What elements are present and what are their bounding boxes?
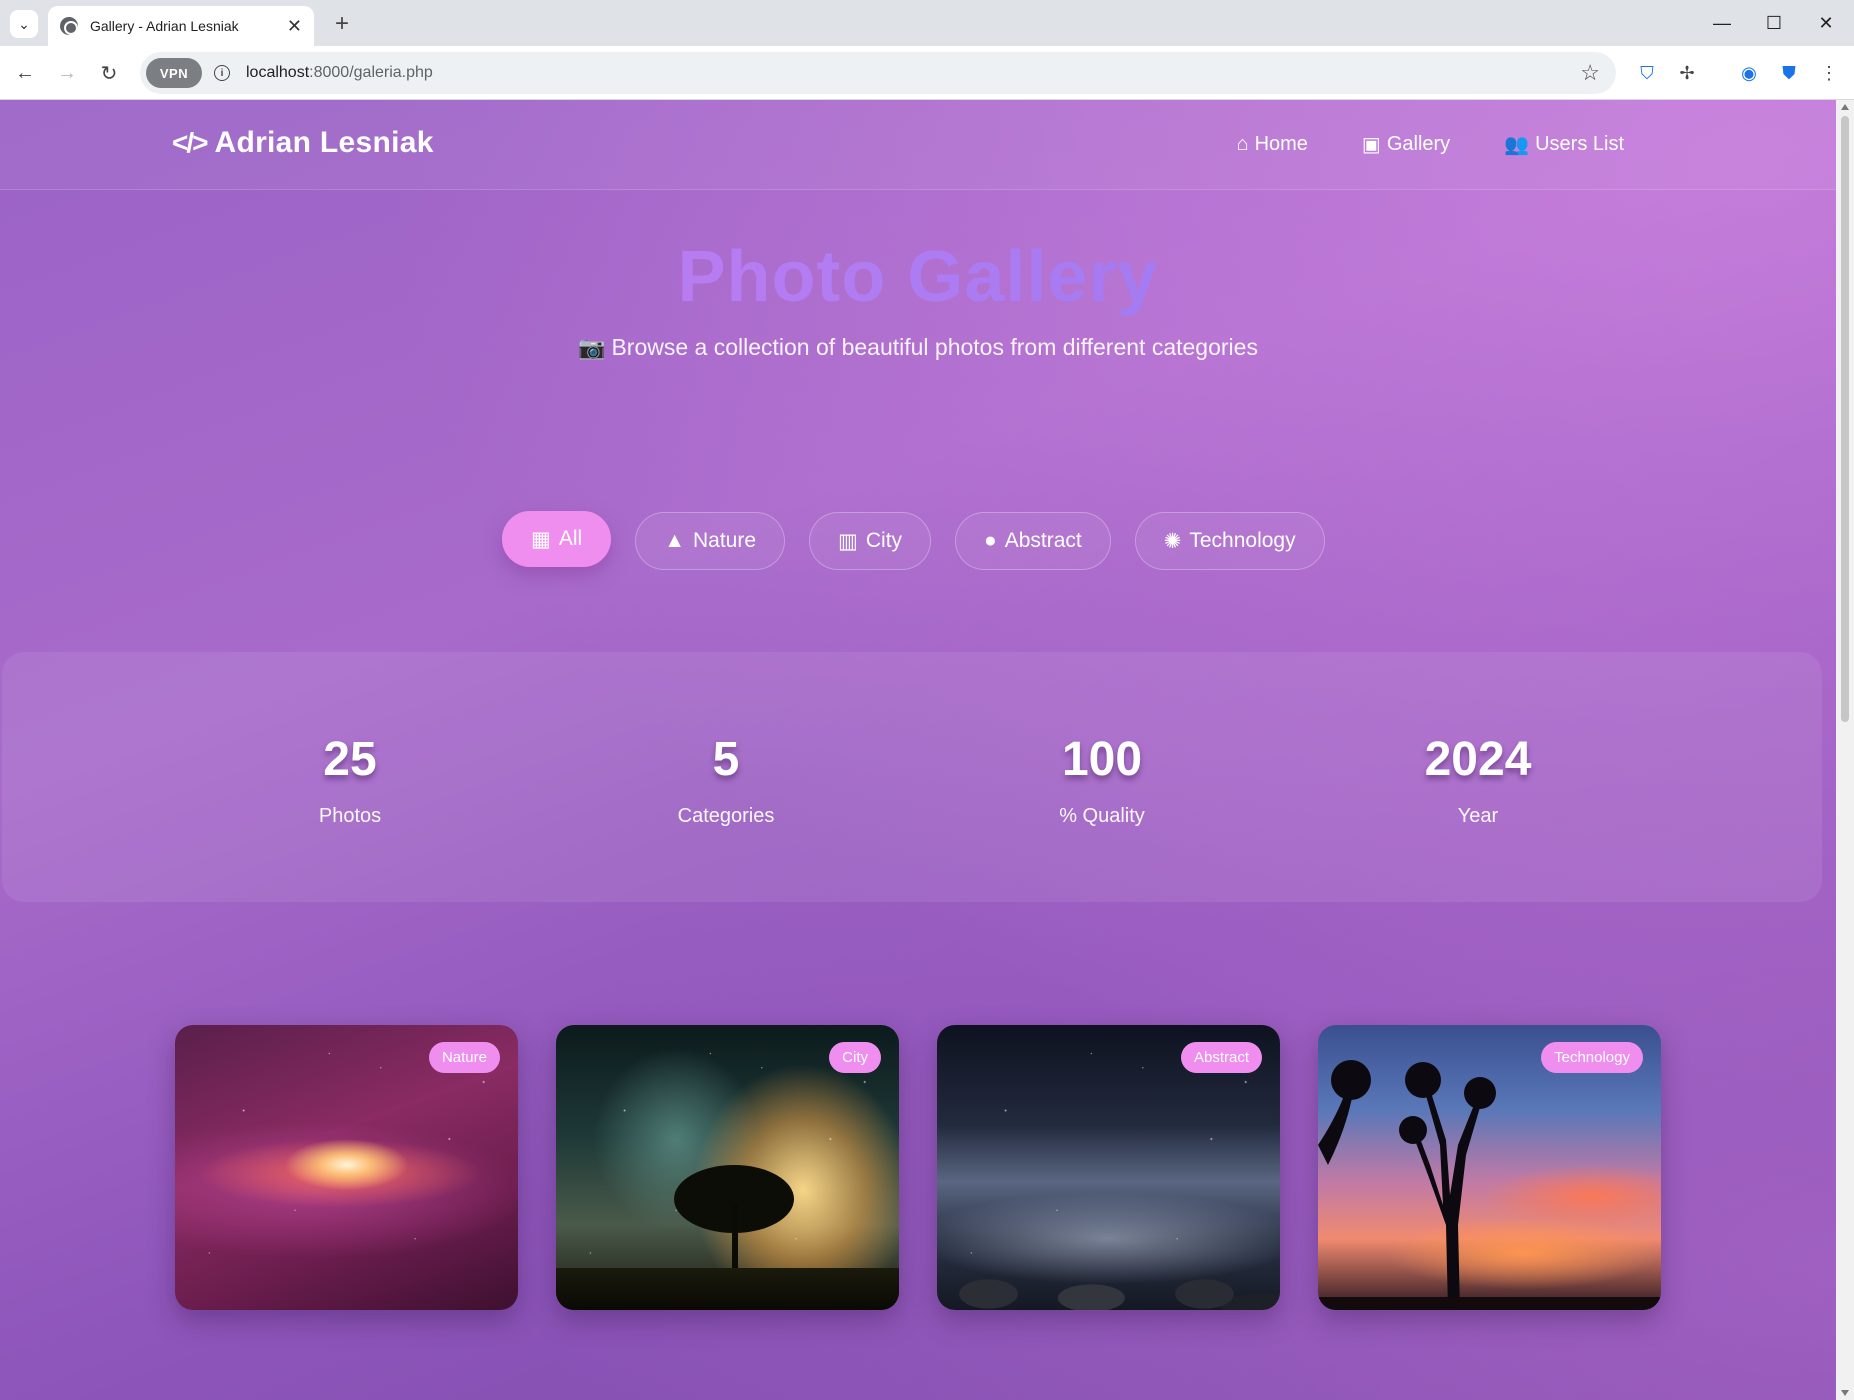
- photo-card[interactable]: Technology: [1318, 1025, 1661, 1310]
- stat-label: Year: [1457, 805, 1499, 827]
- stat-value: 5: [712, 733, 740, 786]
- stat-categories: 5 Categories: [576, 732, 876, 828]
- scroll-thumb[interactable]: [1841, 116, 1849, 722]
- building-icon: ▥: [838, 529, 858, 553]
- filter-nature[interactable]: ▲ Nature: [635, 512, 786, 570]
- site-info-icon[interactable]: i: [214, 65, 230, 81]
- rocks-shape: [937, 1230, 1280, 1310]
- url-host: localhost: [246, 64, 310, 81]
- main-nav: ⌂ Home ▣ Gallery 👥 Users List: [1236, 132, 1624, 157]
- stat-label: Photos: [318, 805, 382, 827]
- filter-technology[interactable]: ✺ Technology: [1134, 512, 1325, 570]
- nav-home[interactable]: ⌂ Home: [1236, 132, 1307, 157]
- stat-quality: 100 % Quality: [952, 732, 1252, 828]
- chip-icon: ✺: [1163, 529, 1182, 553]
- site-logo[interactable]: </> Adrian Lesniak: [172, 126, 434, 160]
- photo-card[interactable]: City: [556, 1025, 899, 1310]
- tab-title: Gallery - Adrian Lesniak: [90, 18, 239, 34]
- close-tab-icon[interactable]: ✕: [287, 16, 302, 37]
- page-title: Photo Gallery: [0, 236, 1836, 318]
- browser-toolbar: ← → ↻ VPN i localhost:8000/galeria.php ☆…: [0, 46, 1854, 100]
- filter-label: Abstract: [1004, 529, 1082, 552]
- photo-image: [175, 1025, 518, 1310]
- back-button[interactable]: ←: [8, 56, 42, 90]
- maximize-button[interactable]: ☐: [1748, 4, 1800, 42]
- ground-shape: [556, 1268, 899, 1310]
- filter-abstract[interactable]: ● Abstract: [955, 512, 1111, 570]
- browser-tab[interactable]: Gallery - Adrian Lesniak ✕: [48, 6, 314, 46]
- filter-all[interactable]: ▦ All: [502, 511, 612, 567]
- stat-year: 2024 Year: [1328, 732, 1628, 828]
- shield-extension-icon[interactable]: ⛉: [1634, 60, 1660, 86]
- photo-grid: Nature City Abstract Technology: [175, 1025, 1661, 1310]
- browser-tab-bar: ⌄ Gallery - Adrian Lesniak ✕ + — ☐ ✕: [0, 0, 1854, 46]
- filter-city[interactable]: ▥ City: [809, 512, 932, 570]
- logo-text: Adrian Lesniak: [214, 126, 434, 159]
- site-header: </> Adrian Lesniak ⌂ Home ▣ Gallery 👥 Us…: [0, 100, 1836, 190]
- url-path: :8000/galeria.php: [309, 64, 433, 81]
- code-icon: </>: [172, 127, 209, 158]
- scroll-up-arrow[interactable]: [1841, 104, 1849, 110]
- users-icon: 👥: [1504, 134, 1530, 156]
- stats-panel: 25 Photos 5 Categories 100 % Quality 202…: [2, 652, 1822, 902]
- category-badge: Abstract: [1180, 1042, 1262, 1073]
- filter-label: City: [865, 529, 903, 552]
- bookmark-star-icon[interactable]: ☆: [1580, 60, 1600, 86]
- stat-value: 100: [1061, 733, 1143, 786]
- security-shield-icon[interactable]: ⛊: [1776, 60, 1802, 86]
- new-tab-button[interactable]: +: [326, 8, 358, 40]
- reload-button[interactable]: ↻: [92, 56, 126, 90]
- category-badge: Nature: [428, 1042, 500, 1073]
- stat-photos: 25 Photos: [200, 732, 500, 828]
- nav-home-label: Home: [1254, 133, 1308, 155]
- stat-value: 25: [323, 733, 377, 786]
- menu-kebab-icon[interactable]: ⋮: [1816, 60, 1842, 86]
- url-text[interactable]: localhost:8000/galeria.php: [246, 64, 433, 82]
- home-icon: ⌂: [1236, 133, 1249, 155]
- nav-gallery[interactable]: ▣ Gallery: [1362, 132, 1450, 157]
- filter-label: All: [558, 527, 583, 550]
- tab-search-button[interactable]: ⌄: [10, 10, 38, 38]
- vpn-badge[interactable]: VPN: [146, 58, 202, 88]
- address-bar[interactable]: VPN i localhost:8000/galeria.php ☆: [140, 52, 1616, 94]
- category-badge: City: [829, 1042, 881, 1073]
- palette-icon: ●: [984, 529, 997, 552]
- profile-icon[interactable]: ◉: [1736, 60, 1762, 86]
- nav-gallery-label: Gallery: [1386, 133, 1451, 155]
- globe-icon: [60, 17, 78, 35]
- page-scrollbar[interactable]: [1836, 100, 1854, 1400]
- filter-label: Nature: [692, 529, 757, 552]
- stat-label: Categories: [677, 805, 775, 827]
- nav-users-label: Users List: [1535, 133, 1624, 155]
- photo-card[interactable]: Nature: [175, 1025, 518, 1310]
- photo-card[interactable]: Abstract: [937, 1025, 1280, 1310]
- minimize-button[interactable]: —: [1696, 4, 1748, 42]
- category-filters: ▦ All ▲ Nature ▥ City ● Abstract ✺ Techn…: [502, 511, 1325, 570]
- grid-icon: ▦: [531, 527, 551, 551]
- tree-trunk: [732, 1203, 738, 1273]
- images-icon: ▣: [1361, 134, 1381, 156]
- close-window-button[interactable]: ✕: [1800, 4, 1852, 42]
- subtitle-text: Browse a collection of beautiful photos …: [611, 334, 1258, 360]
- category-badge: Technology: [1541, 1042, 1643, 1073]
- forward-button[interactable]: →: [50, 56, 84, 90]
- puzzle-extensions-icon[interactable]: ✢: [1674, 60, 1700, 86]
- scroll-down-arrow[interactable]: [1841, 1390, 1849, 1396]
- camera-icon: 📷: [578, 335, 606, 360]
- tree-icon: ▲: [664, 529, 685, 552]
- stat-label: % Quality: [1059, 805, 1145, 827]
- page-subtitle: 📷 Browse a collection of beautiful photos…: [0, 334, 1836, 361]
- filter-label: Technology: [1189, 529, 1296, 552]
- nav-users-list[interactable]: 👥 Users List: [1504, 132, 1624, 157]
- stat-value: 2024: [1424, 733, 1532, 786]
- page-viewport: </> Adrian Lesniak ⌂ Home ▣ Gallery 👥 Us…: [0, 100, 1836, 1400]
